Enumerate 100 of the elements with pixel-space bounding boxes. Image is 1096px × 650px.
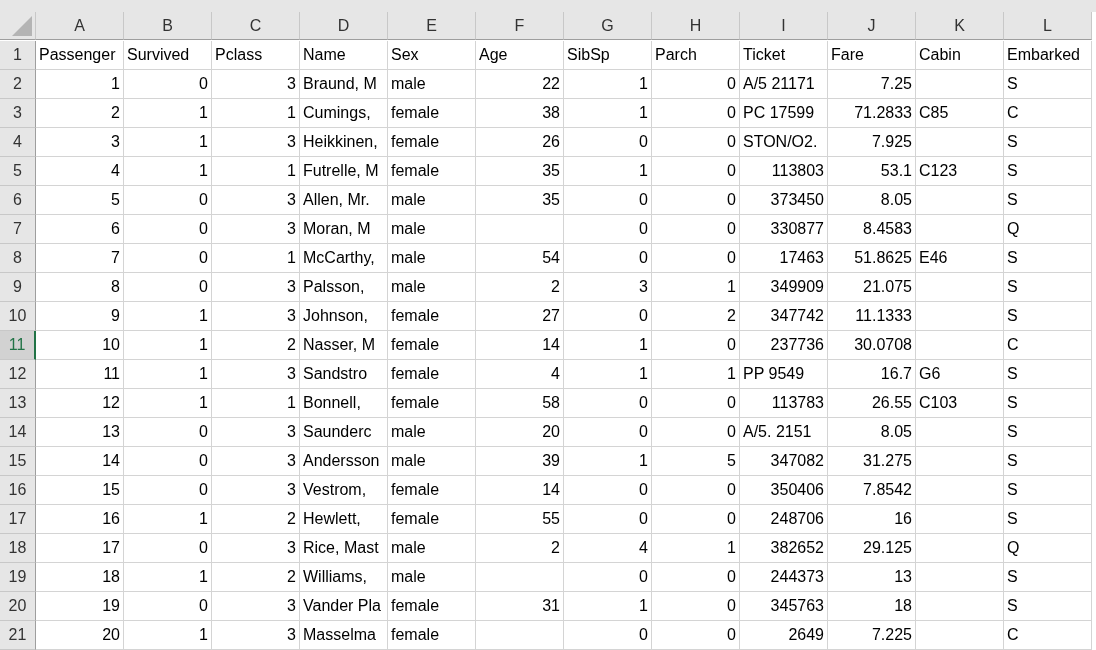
column-header[interactable]: D (300, 12, 388, 40)
table-cell: Allen, Mr. (300, 186, 388, 215)
row-header[interactable]: 19 (0, 563, 36, 592)
table-cell: male (388, 447, 476, 476)
row-header[interactable]: 9 (0, 273, 36, 302)
table-cell: 4 (36, 157, 124, 186)
row-header[interactable]: 14 (0, 418, 36, 447)
table-cell: Rice, Mast (300, 534, 388, 563)
table-cell: 1 (212, 389, 300, 418)
table-cell: 51.8625 (828, 244, 916, 273)
column-header[interactable]: I (740, 12, 828, 40)
table-cell: 35 (476, 186, 564, 215)
row-header[interactable]: 7 (0, 215, 36, 244)
row-header[interactable]: 11 (0, 331, 36, 360)
table-cell: McCarthy, (300, 244, 388, 273)
table-cell: Palsson, (300, 273, 388, 302)
table-cell: 3 (212, 534, 300, 563)
column-header[interactable]: H (652, 12, 740, 40)
table-cell: 2 (476, 273, 564, 302)
table-cell: 1 (564, 592, 652, 621)
row-header[interactable]: 17 (0, 505, 36, 534)
column-header[interactable]: K (916, 12, 1004, 40)
column-header[interactable]: B (124, 12, 212, 40)
table-cell: 3 (212, 186, 300, 215)
table-cell: 0 (564, 418, 652, 447)
row-header[interactable]: 3 (0, 99, 36, 128)
column-header[interactable]: J (828, 12, 916, 40)
table-cell: 3 (564, 273, 652, 302)
table-cell: Embarked (1004, 41, 1092, 70)
column-header[interactable]: C (212, 12, 300, 40)
row-header[interactable]: 20 (0, 592, 36, 621)
table-cell: Heikkinen, (300, 128, 388, 157)
table-cell: Nasser, M (300, 331, 388, 360)
table-cell: 0 (652, 389, 740, 418)
column-header[interactable]: F (476, 12, 564, 40)
row-header[interactable]: 10 (0, 302, 36, 331)
table-cell: 0 (652, 99, 740, 128)
column-header[interactable]: G (564, 12, 652, 40)
table-cell: male (388, 418, 476, 447)
table-cell: 244373 (740, 563, 828, 592)
table-cell: 1 (124, 563, 212, 592)
table-cell: Saunderc (300, 418, 388, 447)
table-cell: 31 (476, 592, 564, 621)
table-cell: 8.05 (828, 418, 916, 447)
table-cell: 0 (124, 476, 212, 505)
table-cell: 17463 (740, 244, 828, 273)
column-header[interactable]: L (1004, 12, 1092, 40)
table-cell: female (388, 302, 476, 331)
row-header[interactable]: 4 (0, 128, 36, 157)
table-cell: Sandstro (300, 360, 388, 389)
row-header[interactable]: 6 (0, 186, 36, 215)
table-cell: 2 (212, 505, 300, 534)
table-cell: 1 (212, 157, 300, 186)
row-header[interactable]: 8 (0, 244, 36, 273)
table-cell: 0 (124, 186, 212, 215)
column-header[interactable]: E (388, 12, 476, 40)
table-cell: S (1004, 244, 1092, 273)
table-cell: 3 (212, 621, 300, 650)
table-cell: E46 (916, 244, 1004, 273)
table-cell: female (388, 128, 476, 157)
table-cell: 7.25 (828, 70, 916, 99)
table-cell: 0 (124, 215, 212, 244)
table-cell: 30.0708 (828, 331, 916, 360)
table-cell: Masselma (300, 621, 388, 650)
row-header[interactable]: 21 (0, 621, 36, 650)
table-cell: 1 (652, 360, 740, 389)
table-cell: 1 (124, 99, 212, 128)
table-cell: 18 (828, 592, 916, 621)
table-cell: 350406 (740, 476, 828, 505)
row-header[interactable]: 16 (0, 476, 36, 505)
row-header[interactable]: 5 (0, 157, 36, 186)
table-cell: S (1004, 273, 1092, 302)
table-cell: male (388, 244, 476, 273)
row-header[interactable]: 13 (0, 389, 36, 418)
table-cell: S (1004, 70, 1092, 99)
row-header[interactable]: 2 (0, 70, 36, 99)
table-cell: S (1004, 476, 1092, 505)
row-header[interactable]: 1 (0, 41, 36, 70)
row-header[interactable]: 15 (0, 447, 36, 476)
table-cell: 113803 (740, 157, 828, 186)
table-cell: 0 (124, 534, 212, 563)
table-cell: 0 (652, 621, 740, 650)
table-cell: 0 (652, 476, 740, 505)
table-cell: 26.55 (828, 389, 916, 418)
table-cell: 71.2833 (828, 99, 916, 128)
table-cell: 0 (564, 302, 652, 331)
row-header[interactable]: 18 (0, 534, 36, 563)
select-all-icon[interactable] (12, 16, 32, 36)
table-cell: Andersson (300, 447, 388, 476)
row-header[interactable]: 12 (0, 360, 36, 389)
table-cell: 345763 (740, 592, 828, 621)
table-cell: 347742 (740, 302, 828, 331)
table-cell: 31.275 (828, 447, 916, 476)
table-cell: 5 (652, 447, 740, 476)
table-cell: 1 (564, 447, 652, 476)
table-cell: female (388, 505, 476, 534)
table-cell: male (388, 273, 476, 302)
table-cell: 1 (564, 360, 652, 389)
column-header[interactable]: A (36, 12, 124, 40)
table-cell: 1 (564, 157, 652, 186)
